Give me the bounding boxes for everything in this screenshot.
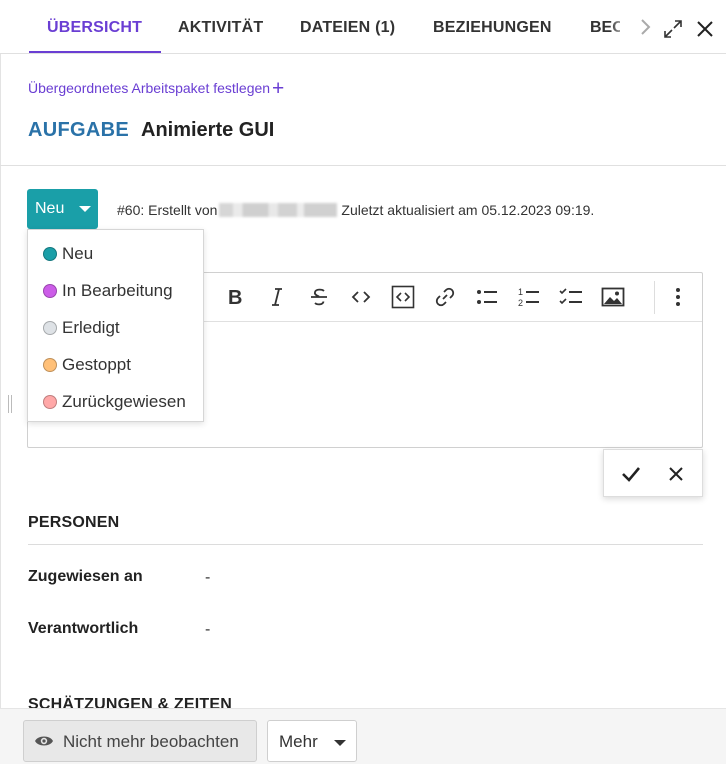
work-package-type[interactable]: AUFGABE — [28, 119, 129, 142]
status-option-label: In Bearbeitung — [62, 281, 173, 300]
status-option-label: Erledigt — [62, 318, 120, 337]
unwatch-label: Nicht mehr beobachten — [63, 732, 239, 751]
tab-uebersicht[interactable]: ÜBERSICHT — [29, 0, 162, 53]
status-option-label: Zurückgewiesen — [62, 392, 186, 411]
header-divider — [0, 165, 726, 166]
svg-text:B: B — [228, 287, 242, 309]
unwatch-button[interactable]: Nicht mehr beobachten — [23, 720, 257, 762]
status-option-label: Gestoppt — [62, 355, 131, 374]
status-option-in-bearbeitung[interactable]: In Bearbeitung — [28, 273, 203, 309]
numbered-list-icon[interactable]: 12 — [517, 285, 541, 309]
panel-left-border — [0, 54, 1, 714]
status-color-dot — [43, 321, 57, 335]
cancel-x-icon[interactable] — [664, 462, 688, 486]
more-label: Mehr — [279, 732, 318, 751]
status-option-zurueckgewiesen[interactable]: Zurückgewiesen — [28, 384, 203, 420]
status-option-gestoppt[interactable]: Gestoppt — [28, 347, 203, 383]
responsible-label: Verantwortlich — [28, 620, 139, 637]
bold-icon[interactable]: B — [223, 285, 247, 309]
tab-dateien[interactable]: DATEIEN (1) — [300, 0, 395, 53]
status-color-dot — [43, 395, 57, 409]
plus-icon: + — [272, 77, 285, 100]
status-color-dot — [43, 284, 57, 298]
responsible-value[interactable]: - — [205, 621, 210, 639]
resize-handle[interactable] — [8, 395, 12, 413]
eye-icon — [34, 733, 54, 749]
edit-actions — [603, 449, 703, 497]
bulleted-list-icon[interactable] — [475, 285, 499, 309]
status-dropdown: Neu In Bearbeitung Erledigt Gestoppt Zur… — [27, 229, 204, 422]
svg-text:2: 2 — [518, 298, 523, 308]
chevron-down-icon — [79, 206, 91, 212]
link-icon[interactable] — [433, 285, 457, 309]
close-icon[interactable] — [694, 18, 716, 40]
code-block-icon[interactable] — [391, 285, 415, 309]
status-option-neu[interactable]: Neu — [28, 236, 203, 272]
section-personen-title: PERSONEN — [28, 514, 120, 531]
tab-beziehungen[interactable]: BEZIEHUNGEN — [433, 0, 552, 53]
work-package-meta: #60: Erstellt von Zuletzt aktualisiert am… — [117, 202, 594, 218]
meta-created: #60: Erstellt von — [117, 202, 218, 218]
status-button[interactable]: Neu — [27, 189, 98, 229]
more-button[interactable]: Mehr — [267, 720, 357, 762]
status-option-erledigt[interactable]: Erledigt — [28, 310, 203, 346]
code-icon[interactable] — [349, 285, 373, 309]
save-check-icon[interactable] — [619, 462, 643, 486]
strikethrough-icon[interactable] — [307, 285, 331, 309]
tab-bar: ÜBERSICHT AKTIVITÄT DATEIEN (1) BEZIEHUN… — [0, 0, 726, 54]
status-option-label: Neu — [62, 244, 94, 263]
assignee-label: Zugewiesen an — [28, 568, 143, 585]
set-parent-label: Übergeordnetes Arbeitspaket festlegen — [28, 80, 271, 96]
redacted-author — [219, 203, 338, 217]
todo-list-icon[interactable] — [559, 285, 583, 309]
section-divider — [28, 544, 703, 545]
chevron-down-icon — [334, 740, 346, 746]
chevron-right-icon[interactable] — [634, 14, 656, 40]
more-vertical-icon[interactable] — [666, 285, 690, 309]
footer-bar: Nicht mehr beobachten Mehr — [0, 708, 726, 764]
set-parent-link[interactable]: Übergeordnetes Arbeitspaket festlegen+ — [28, 78, 284, 99]
meta-updated: Zuletzt aktualisiert am 05.12.2023 09:19… — [341, 202, 595, 218]
status-color-dot — [43, 247, 57, 261]
image-icon[interactable] — [601, 285, 625, 309]
fullscreen-icon[interactable] — [662, 18, 684, 40]
toolbar-separator — [654, 281, 655, 314]
status-color-dot — [43, 358, 57, 372]
svg-text:1: 1 — [518, 287, 523, 297]
italic-icon[interactable] — [265, 285, 289, 309]
status-label: Neu — [35, 200, 65, 217]
tab-aktivitaet[interactable]: AKTIVITÄT — [178, 0, 263, 53]
assignee-value[interactable]: - — [205, 569, 210, 587]
page-title[interactable]: Animierte GUI — [141, 119, 274, 142]
tab-overflow-fade — [610, 8, 630, 46]
